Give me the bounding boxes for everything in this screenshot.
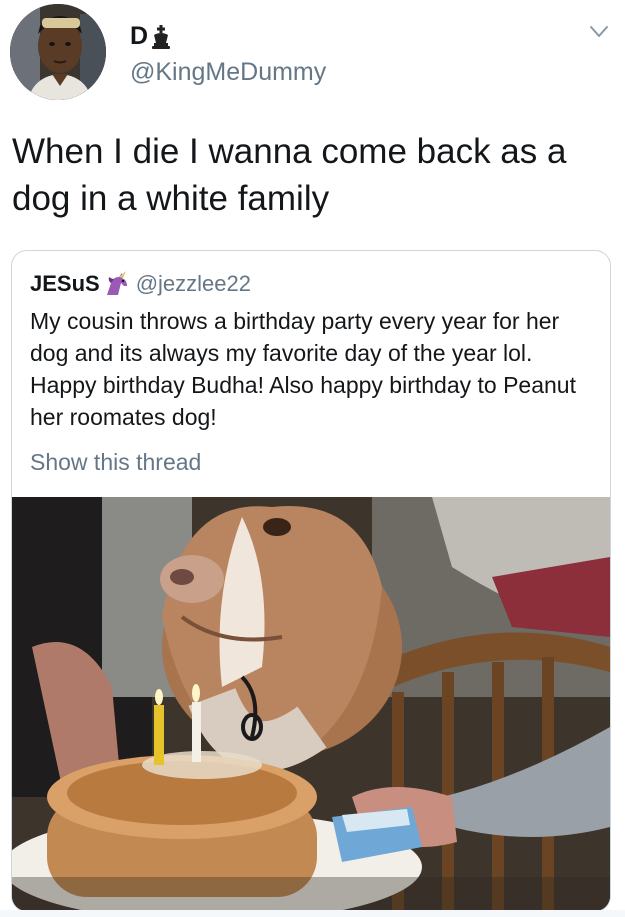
quoted-tweet-card[interactable]: JESuS @jezzlee22 My cousin throws a birt… [11, 250, 611, 912]
divider [0, 910, 625, 917]
tweet-media-image[interactable] [12, 497, 610, 911]
quoted-display-name: JESuS [30, 271, 100, 296]
handle[interactable]: @KingMeDummy [130, 58, 326, 87]
quoted-tweet-text: My cousin throws a birthday party every … [30, 308, 576, 430]
avatar[interactable] [10, 4, 106, 100]
show-thread-link[interactable]: Show this thread [30, 449, 201, 476]
tweet-text: When I die I wanna come back as a dog in… [12, 132, 567, 218]
unicorn-icon [106, 271, 127, 295]
quoted-handle: @jezzlee22 [135, 271, 251, 296]
chevron-down-icon[interactable] [588, 24, 610, 40]
quoted-tweet-header: JESuS @jezzlee22 [30, 271, 251, 297]
chess-king-icon [152, 24, 171, 49]
display-name-text: D [130, 22, 149, 50]
tweet-header: D @KingMeDummy [0, 0, 625, 110]
display-name[interactable]: D [130, 22, 172, 51]
